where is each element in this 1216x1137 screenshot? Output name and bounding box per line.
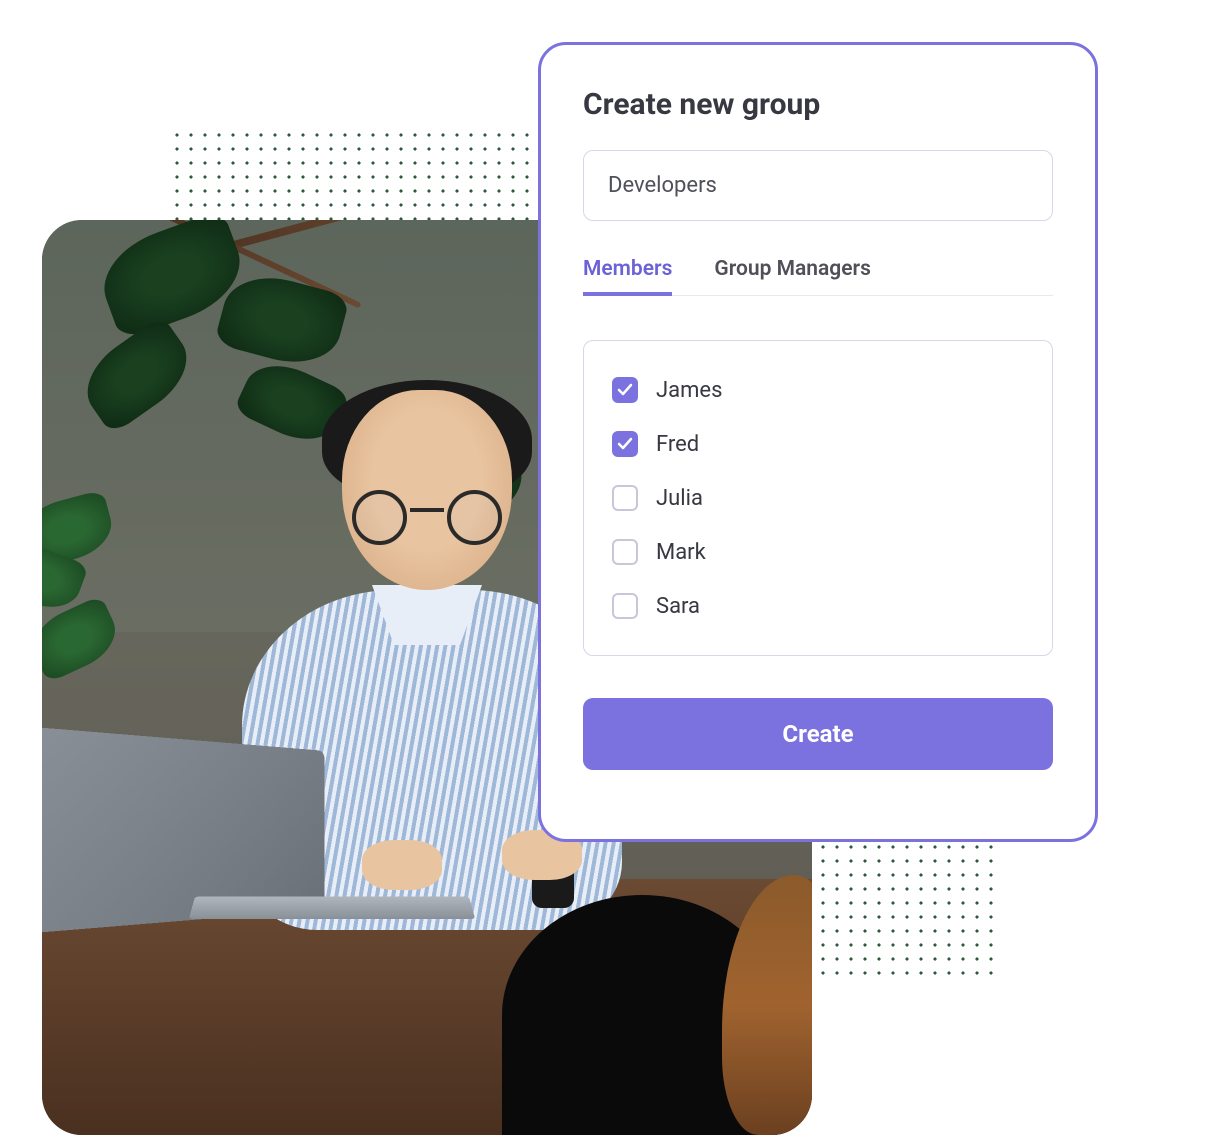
tab-group-managers[interactable]: Group Managers — [714, 257, 870, 295]
members-list: James Fred Julia Mark Sara — [583, 340, 1053, 656]
member-name-label: Fred — [656, 432, 699, 457]
group-name-input[interactable] — [583, 150, 1053, 221]
check-icon — [617, 382, 633, 398]
checkbox-sara[interactable] — [612, 593, 638, 619]
checkbox-james[interactable] — [612, 377, 638, 403]
check-icon — [617, 436, 633, 452]
checkbox-julia[interactable] — [612, 485, 638, 511]
member-row: Mark — [612, 525, 1024, 579]
checkbox-fred[interactable] — [612, 431, 638, 457]
member-name-label: James — [656, 378, 722, 403]
tabs-bar: Members Group Managers — [583, 257, 1053, 296]
card-title: Create new group — [583, 87, 1053, 122]
member-row: James — [612, 363, 1024, 417]
member-row: Sara — [612, 579, 1024, 633]
checkbox-mark[interactable] — [612, 539, 638, 565]
create-group-card: Create new group Members Group Managers … — [538, 42, 1098, 842]
member-row: Julia — [612, 471, 1024, 525]
member-row: Fred — [612, 417, 1024, 471]
tab-members[interactable]: Members — [583, 257, 672, 295]
member-name-label: Mark — [656, 540, 706, 565]
member-name-label: Sara — [656, 594, 700, 619]
member-name-label: Julia — [656, 486, 703, 511]
create-button[interactable]: Create — [583, 698, 1053, 770]
